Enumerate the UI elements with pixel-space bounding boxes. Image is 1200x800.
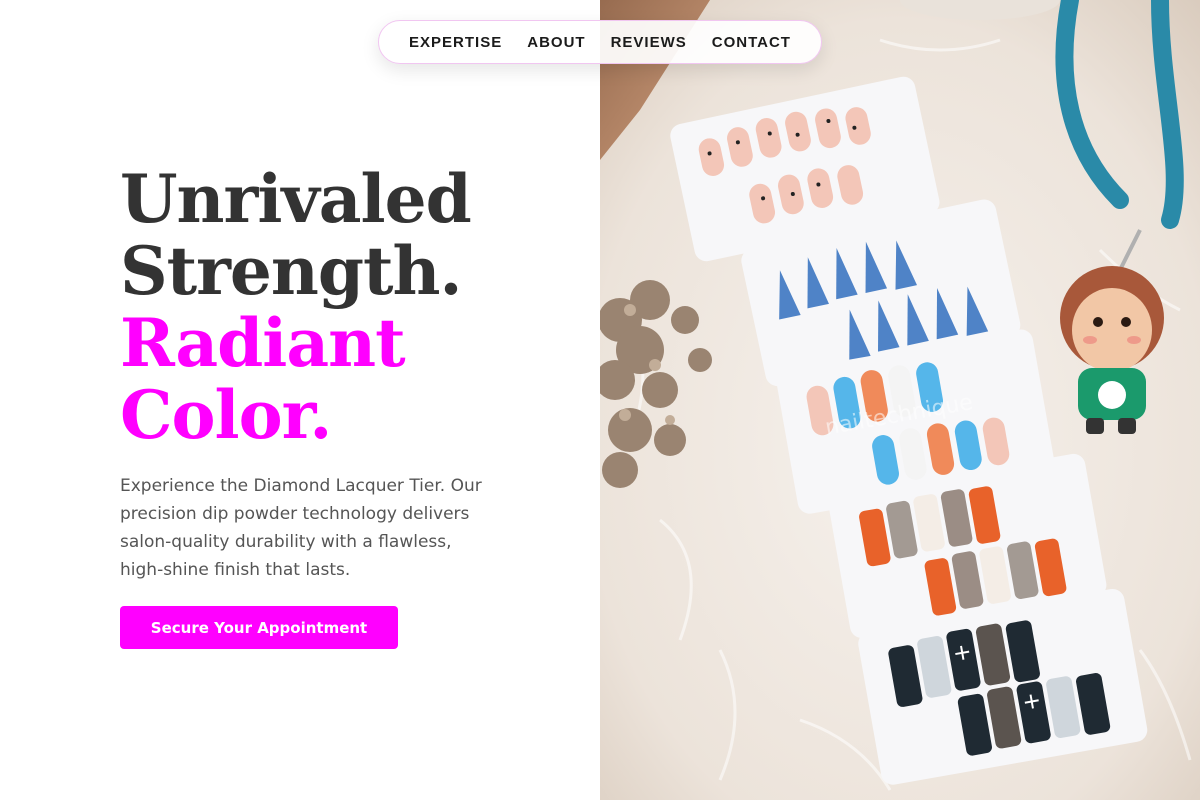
nav-item-expertise[interactable]: EXPERTISE [409,34,502,51]
headline-line-2: Strength. [120,232,463,310]
hero-description: Experience the Diamond Lacquer Tier. Our… [120,476,482,580]
nav-item-contact[interactable]: CONTACT [712,34,791,51]
nav-item-reviews[interactable]: REVIEWS [611,34,687,51]
press-on-nails-photo: nailtechnique [600,0,1200,800]
hero-headline: Unrivaled Strength. Radiant Color. [120,163,580,451]
secure-appointment-button[interactable]: Secure Your Appointment [120,606,398,649]
nav-item-about[interactable]: ABOUT [527,34,585,51]
hero-photo: nailtechnique [600,0,1200,800]
headline-line-1: Unrivaled [120,160,472,238]
headline-line-3: Radiant [120,304,406,382]
headline-line-4: Color. [120,376,332,454]
top-nav: EXPERTISE ABOUT REVIEWS CONTACT [378,20,822,64]
hero-panel: Unrivaled Strength. Radiant Color. Exper… [0,0,600,800]
